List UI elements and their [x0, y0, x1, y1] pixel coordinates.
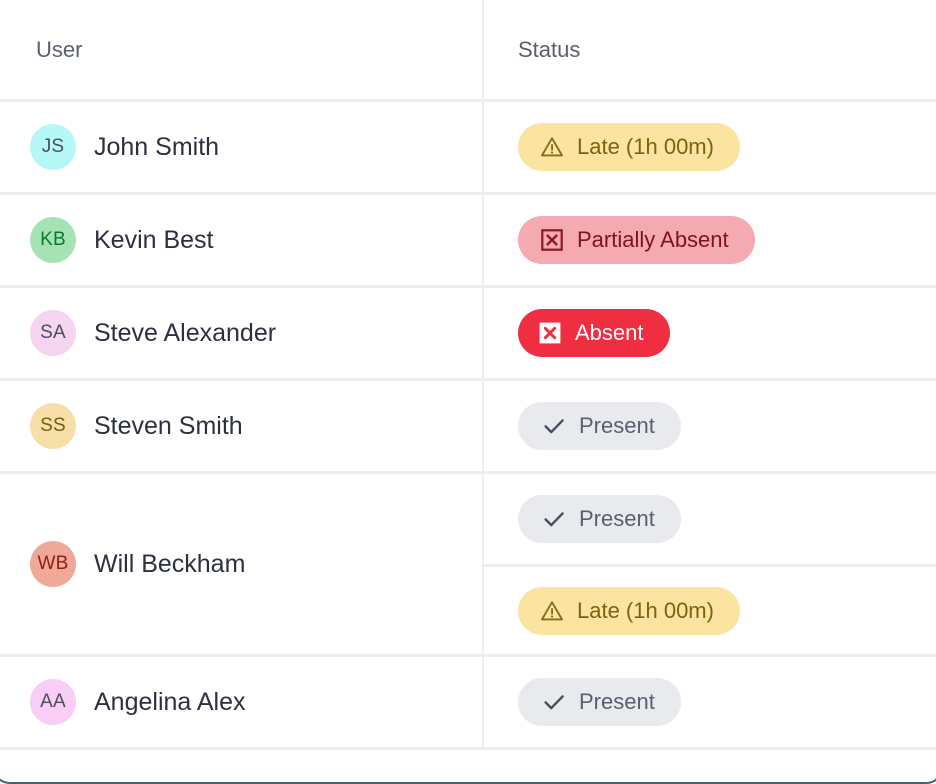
status-cell: Present [483, 656, 936, 749]
status-cell: Present [483, 380, 936, 473]
status-sub-row: Late (1h 00m) [484, 564, 936, 654]
avatar[interactable]: SA [30, 310, 76, 356]
check-icon [542, 507, 566, 531]
status-badge-label: Present [579, 689, 655, 715]
status-sub-row: Present [484, 474, 936, 564]
status-badge-absent[interactable]: Absent [518, 309, 670, 357]
user-name: Will Beckham [94, 550, 245, 579]
warning-triangle-icon [540, 599, 564, 623]
column-header-user[interactable]: User [0, 0, 483, 101]
table-row[interactable]: WB Will Beckham Present Late (1h 00m) [0, 473, 936, 656]
user-identity: SA Steve Alexander [30, 310, 482, 356]
boxed-x-filled-icon [538, 321, 562, 345]
status-badge-late[interactable]: Late (1h 00m) [518, 587, 740, 635]
status-badge-label: Late (1h 00m) [577, 134, 714, 160]
status-badge-present[interactable]: Present [518, 495, 681, 543]
user-cell: KB Kevin Best [0, 194, 483, 287]
user-name: Steven Smith [94, 412, 243, 441]
status-badge-label: Late (1h 00m) [577, 598, 714, 624]
status-cell: Partially Absent [483, 194, 936, 287]
table-header: User Status [0, 0, 936, 101]
user-identity: SS Steven Smith [30, 403, 482, 449]
table-row[interactable]: JS John Smith Late (1h 00m) [0, 101, 936, 194]
user-name: Angelina Alex [94, 688, 246, 717]
user-name: John Smith [94, 133, 219, 162]
status-badge-partial[interactable]: Partially Absent [518, 216, 755, 264]
user-name: Kevin Best [94, 226, 214, 255]
status-cell: Absent [483, 287, 936, 380]
user-identity: WB Will Beckham [30, 541, 482, 587]
status-badge-label: Partially Absent [577, 227, 729, 253]
user-identity: AA Angelina Alex [30, 679, 482, 725]
status-stack: Present Late (1h 00m) [484, 474, 936, 654]
status-badge-label: Present [579, 506, 655, 532]
user-name: Steve Alexander [94, 319, 276, 348]
status-badge-present[interactable]: Present [518, 678, 681, 726]
user-cell: SA Steve Alexander [0, 287, 483, 380]
status-badge-present[interactable]: Present [518, 402, 681, 450]
table-body: JS John Smith Late (1h 00m) KB Kevin Best Par… [0, 101, 936, 749]
avatar[interactable]: AA [30, 679, 76, 725]
status-cell: Present Late (1h 00m) [483, 473, 936, 656]
avatar[interactable]: KB [30, 217, 76, 263]
table-row[interactable]: SA Steve Alexander Absent [0, 287, 936, 380]
user-identity: JS John Smith [30, 124, 482, 170]
user-identity: KB Kevin Best [30, 217, 482, 263]
check-icon [542, 414, 566, 438]
status-cell: Late (1h 00m) [483, 101, 936, 194]
avatar[interactable]: WB [30, 541, 76, 587]
status-badge-label: Absent [575, 320, 644, 346]
warning-triangle-icon [540, 135, 564, 159]
attendance-table: User Status JSJohn SmithLate (1h 00m)KBK… [0, 0, 936, 750]
table-row[interactable]: AA Angelina Alex Present [0, 656, 936, 749]
avatar[interactable]: SS [30, 403, 76, 449]
table-row[interactable]: KB Kevin Best Partially Absent [0, 194, 936, 287]
column-header-status[interactable]: Status [483, 0, 936, 101]
avatar[interactable]: JS [30, 124, 76, 170]
status-badge-late[interactable]: Late (1h 00m) [518, 123, 740, 171]
user-cell: SS Steven Smith [0, 380, 483, 473]
user-cell: AA Angelina Alex [0, 656, 483, 749]
check-icon [542, 690, 566, 714]
attendance-table-container: User Status JSJohn SmithLate (1h 00m)KBK… [0, 0, 936, 750]
table-header-row: User Status [0, 0, 936, 101]
user-cell: JS John Smith [0, 101, 483, 194]
user-cell: WB Will Beckham [0, 473, 483, 656]
boxed-x-icon [540, 228, 564, 252]
status-badge-label: Present [579, 413, 655, 439]
table-row[interactable]: SS Steven Smith Present [0, 380, 936, 473]
